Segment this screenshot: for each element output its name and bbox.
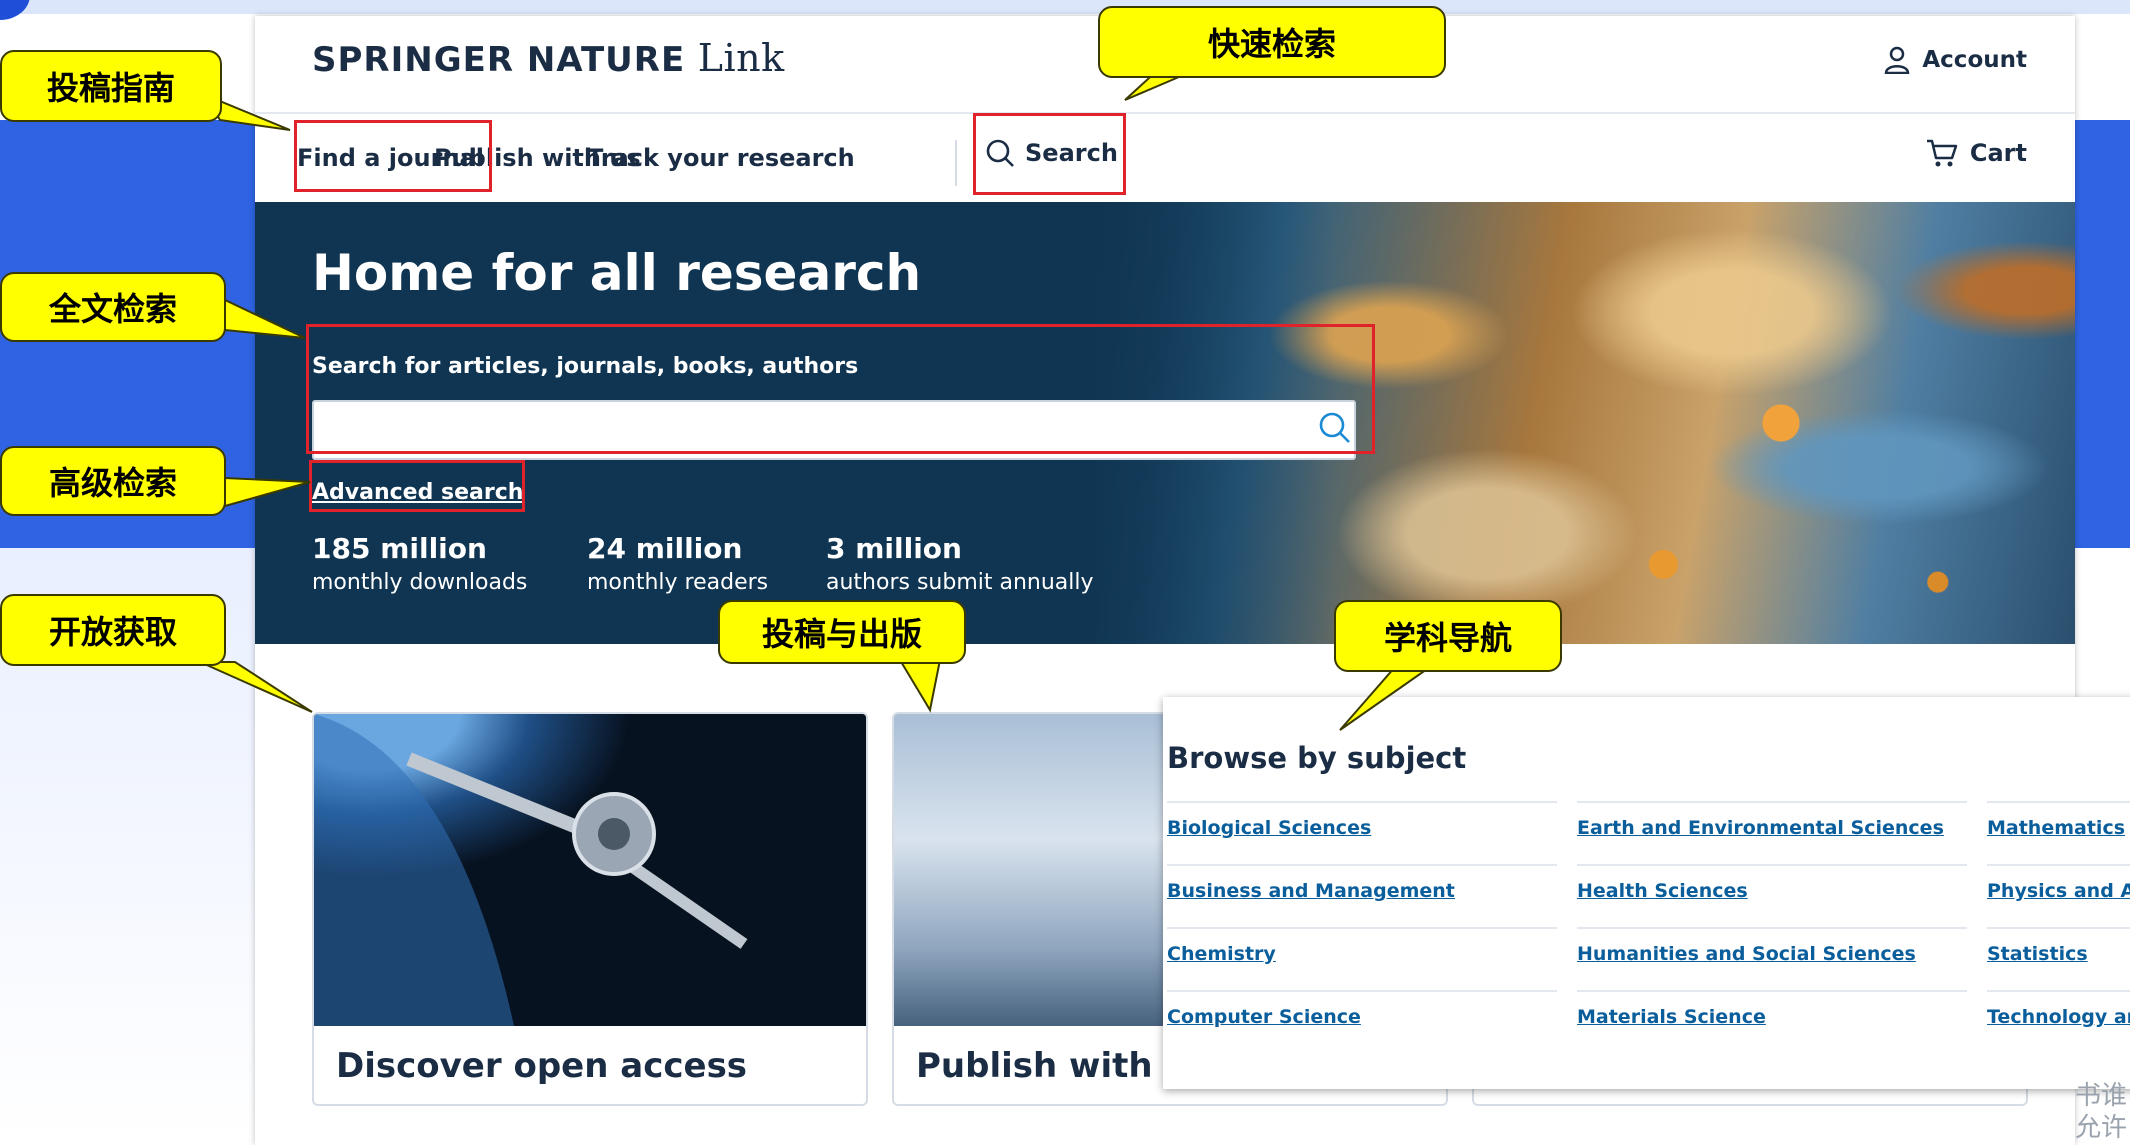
callout-subject-navigation: 学科导航 <box>1334 600 1562 672</box>
callout-pointers <box>199 67 1434 731</box>
pointer-open-access <box>199 661 313 713</box>
pointer-advanced-search <box>224 476 311 508</box>
callout-submission-publishing: 投稿与出版 <box>718 600 966 664</box>
callout-open-access: 开放获取 <box>0 594 226 666</box>
pointer-subject-navigation <box>1339 666 1434 731</box>
callout-submission-guide: 投稿指南 <box>0 50 222 122</box>
pointer-fulltext-search <box>224 298 306 339</box>
callout-quick-search: 快速检索 <box>1098 6 1446 78</box>
callout-fulltext-search: 全文检索 <box>0 272 226 342</box>
callout-advanced-search: 高级检索 <box>0 446 226 516</box>
pointer-submission-publishing <box>898 659 942 713</box>
